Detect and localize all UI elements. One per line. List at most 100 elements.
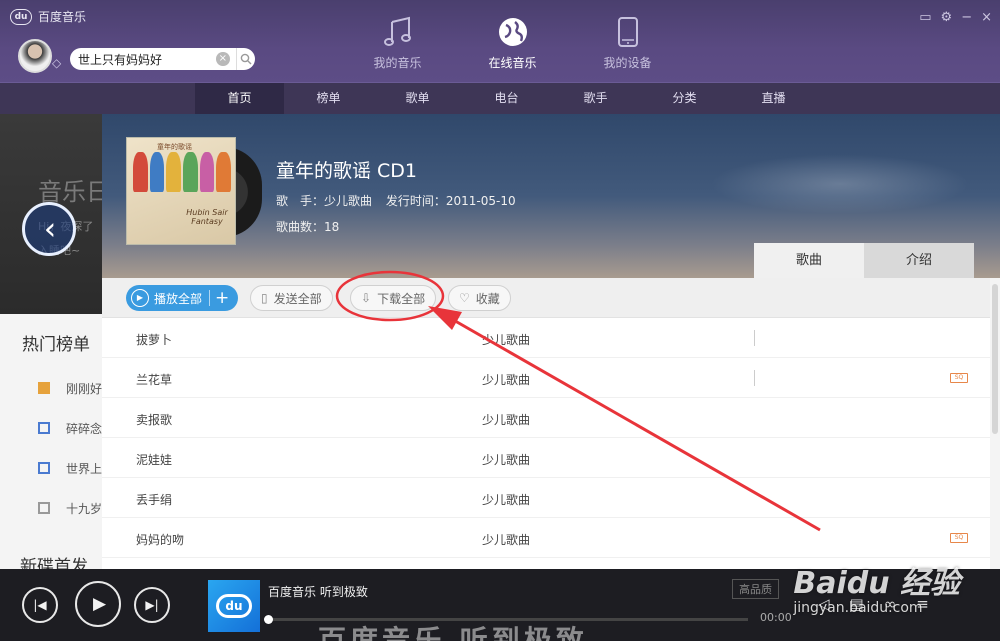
tab-home[interactable]: 首页: [195, 83, 284, 114]
divider: [209, 290, 211, 306]
play-all-label: 播放全部: [154, 291, 203, 306]
minimize-icon[interactable]: −: [961, 10, 972, 25]
chart-item[interactable]: 十九岁: [36, 500, 102, 517]
skin-icon[interactable]: ▭: [919, 10, 931, 25]
tab-songs[interactable]: 歌曲: [754, 243, 864, 278]
song-artist[interactable]: 少儿歌曲: [482, 371, 530, 388]
play-icon[interactable]: ▶: [75, 581, 121, 627]
play-all-button[interactable]: ▶ 播放全部 +: [126, 285, 238, 311]
favorite-button[interactable]: ♡ 收藏: [448, 285, 511, 311]
action-bar: ▶ 播放全部 + ▯ 发送全部 ⇩ 下载全部 ♡ 收藏: [102, 278, 1000, 318]
album-hero: 童年的歌谣 Hubin Sair Fantasy 童年的歌谣 CD1 歌 手：少…: [102, 114, 1000, 278]
tab-playlists[interactable]: 歌单: [373, 83, 462, 114]
cloud-decoration: [710, 154, 970, 214]
release-date: 2011-05-10: [445, 194, 516, 208]
song-row[interactable]: 兰花草 少儿歌曲 SQ: [102, 358, 1000, 398]
song-artist[interactable]: 少儿歌曲: [482, 411, 530, 428]
chart-item[interactable]: 刚刚好: [36, 380, 102, 397]
column-divider: [754, 330, 755, 346]
song-row[interactable]: 妈妈的吻 少儿歌曲 SQ: [102, 518, 1000, 558]
nav-my-music[interactable]: 我的音乐: [340, 14, 455, 71]
cover-art: [133, 152, 232, 192]
album-meta: 歌 手：少儿歌曲 发行时间：2011-05-10: [276, 192, 516, 209]
previous-track-icon[interactable]: |◀: [22, 587, 58, 623]
sq-badge-icon: SQ: [950, 373, 968, 383]
send-all-label: 发送全部: [273, 291, 322, 306]
song-artist[interactable]: 少儿歌曲: [482, 451, 530, 468]
send-all-button[interactable]: ▯ 发送全部: [250, 285, 333, 311]
heart-icon: ♡: [459, 291, 470, 305]
album-cover: 童年的歌谣 Hubin Sair Fantasy: [126, 137, 236, 245]
cover-subtitle: Hubin Sair Fantasy: [186, 208, 228, 226]
phone-icon: [570, 14, 685, 50]
elapsed-time: 00:00: [760, 611, 792, 624]
song-list: 拔萝卜 少儿歌曲 兰花草 少儿歌曲 SQ 卖报歌 少儿歌曲 泥娃娃 少儿歌曲 丢…: [102, 318, 1000, 558]
back-chevron-icon[interactable]: ‹‹: [22, 202, 76, 256]
song-name[interactable]: 丢手绢: [136, 491, 172, 508]
app-title: 百度音乐: [38, 10, 87, 24]
nav-label: 在线音乐: [488, 56, 537, 70]
tab-charts[interactable]: 榜单: [284, 83, 373, 114]
chart-header: 热门榜单: [22, 335, 90, 355]
sq-badge-icon: SQ: [950, 533, 968, 543]
next-track-icon[interactable]: ▶|: [134, 587, 170, 623]
song-row[interactable]: 丢手绢 少儿歌曲: [102, 478, 1000, 518]
album-panel: 童年的歌谣 Hubin Sair Fantasy 童年的歌谣 CD1 歌 手：少…: [102, 114, 1000, 569]
baidu-jingyan-watermark: Baidu 经验 jingyan.baidu.com: [793, 558, 960, 616]
now-playing-title: 百度音乐 听到极致: [268, 585, 368, 599]
download-all-label: 下载全部: [377, 291, 426, 306]
chart-item[interactable]: 碎碎念: [36, 420, 102, 437]
favorite-label: 收藏: [475, 291, 500, 306]
avatar[interactable]: [18, 39, 52, 73]
artist-label: 歌 手：: [276, 194, 325, 208]
song-count: 歌曲数：18: [276, 218, 339, 235]
song-name[interactable]: 泥娃娃: [136, 451, 172, 468]
scrollbar[interactable]: [990, 278, 1000, 569]
play-circle-icon: ▶: [131, 289, 149, 307]
song-name[interactable]: 妈妈的吻: [136, 531, 184, 548]
release-label: 发行时间：: [385, 194, 446, 208]
song-row[interactable]: 泥娃娃 少儿歌曲: [102, 438, 1000, 478]
clear-icon[interactable]: ×: [216, 52, 230, 66]
song-row[interactable]: 卖报歌 少儿歌曲: [102, 398, 1000, 438]
phone-icon: ▯: [261, 291, 268, 305]
song-artist[interactable]: 少儿歌曲: [482, 331, 530, 348]
song-name[interactable]: 兰花草: [136, 371, 172, 388]
now-playing-cover[interactable]: du: [208, 580, 260, 632]
column-divider: [754, 370, 755, 386]
tab-live[interactable]: 直播: [729, 83, 818, 114]
tab-intro[interactable]: 介绍: [864, 243, 974, 278]
nav-online-music[interactable]: 在线音乐: [455, 14, 570, 71]
watermark-url: jingyan.baidu.com: [793, 600, 923, 616]
add-to-list-icon[interactable]: +: [215, 288, 229, 308]
song-artist[interactable]: 少儿歌曲: [482, 491, 530, 508]
quality-selector[interactable]: 高品质: [732, 579, 779, 599]
song-name[interactable]: 拔萝卜: [136, 331, 172, 348]
progress-knob[interactable]: [264, 615, 273, 624]
download-all-button[interactable]: ⇩ 下载全部: [350, 285, 437, 311]
main-nav: 我的音乐 在线音乐 我的设备: [340, 14, 685, 71]
scrollbar-thumb[interactable]: [992, 284, 998, 434]
search-icon[interactable]: [235, 48, 255, 70]
gear-icon[interactable]: ⚙: [941, 10, 953, 25]
song-artist[interactable]: 少儿歌曲: [482, 531, 530, 548]
nav-label: 我的音乐: [373, 56, 422, 70]
song-count-value: 18: [324, 220, 340, 234]
tab-radio[interactable]: 电台: [462, 83, 551, 114]
nav-my-device[interactable]: 我的设备: [570, 14, 685, 71]
song-row[interactable]: 拔萝卜 少儿歌曲: [102, 318, 1000, 358]
video-subtitle: 百度音乐 听到极致: [318, 624, 588, 641]
vip-diamond-icon[interactable]: ◇: [52, 56, 61, 70]
album-title: 童年的歌谣 CD1: [276, 160, 418, 182]
watermark-main: Baidu 经验: [793, 566, 960, 601]
chart-item[interactable]: 世界上: [36, 460, 102, 477]
search-input[interactable]: [78, 52, 214, 66]
artist-link[interactable]: 少儿歌曲: [324, 194, 372, 208]
song-count-label: 歌曲数：: [276, 220, 325, 234]
close-icon[interactable]: ×: [981, 10, 992, 25]
app-logo: du 百度音乐: [10, 8, 86, 25]
tab-categories[interactable]: 分类: [640, 83, 729, 114]
tab-artists[interactable]: 歌手: [551, 83, 640, 114]
music-note-icon: [340, 14, 455, 50]
song-name[interactable]: 卖报歌: [136, 411, 172, 428]
